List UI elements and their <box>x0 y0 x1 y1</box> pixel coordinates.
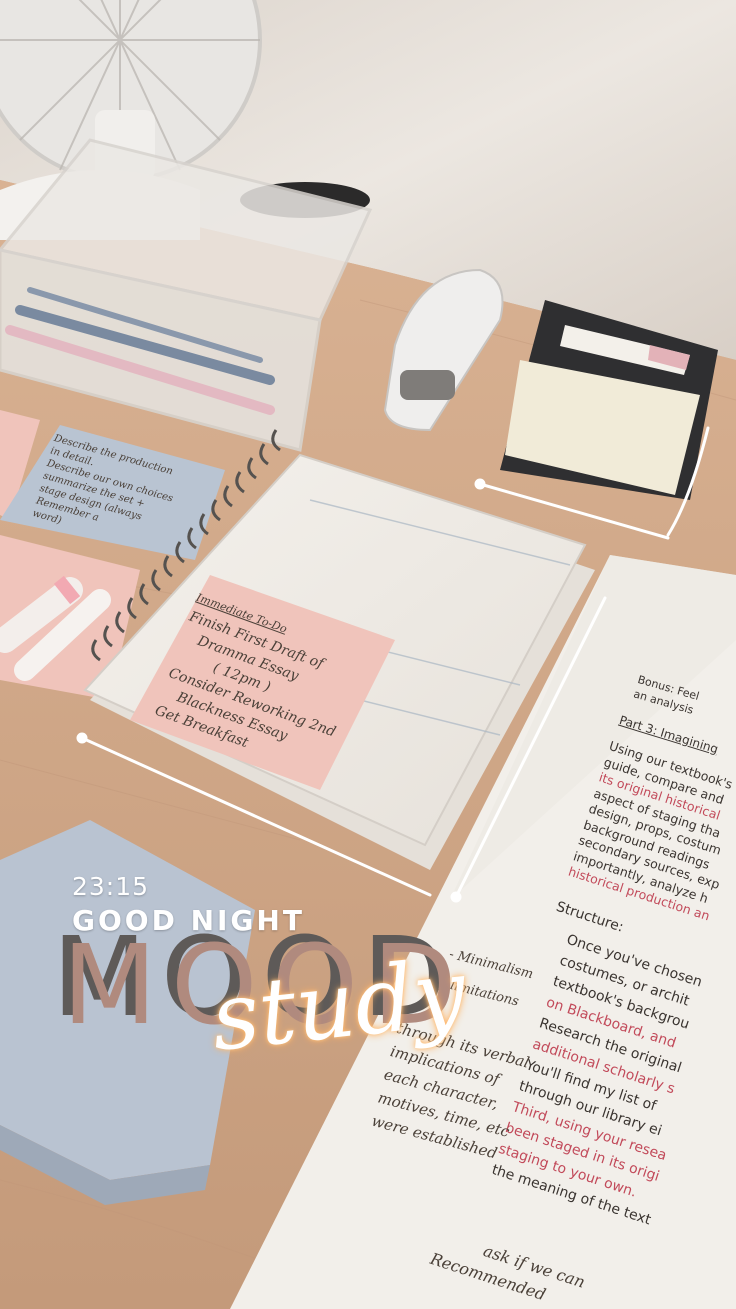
photo-scene: Describe the production in detail. Descr… <box>0 0 736 1309</box>
time-label: 23:15 <box>72 872 150 901</box>
